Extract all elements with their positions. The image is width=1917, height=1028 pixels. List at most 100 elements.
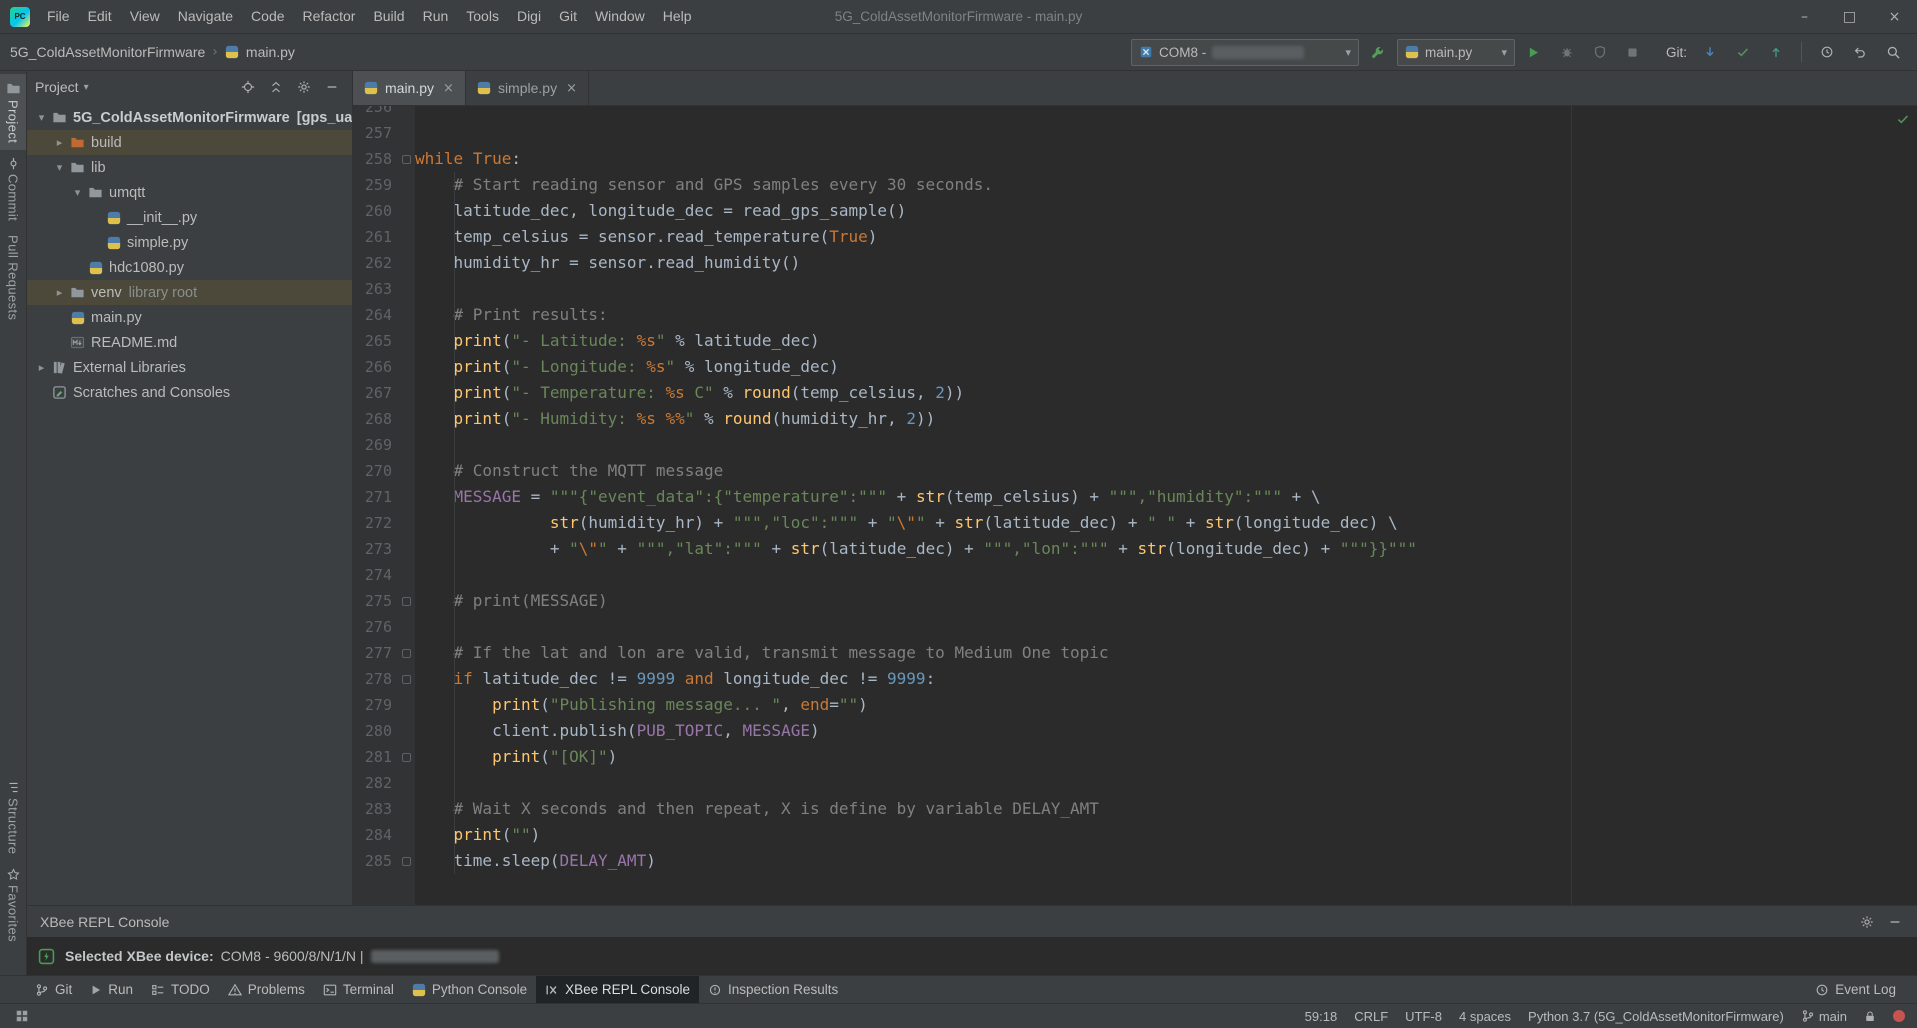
menu-tools[interactable]: Tools	[457, 0, 508, 33]
caret-position[interactable]: 59:18	[1305, 1009, 1338, 1024]
line-number[interactable]: 260	[353, 198, 397, 224]
line-number[interactable]: 279	[353, 692, 397, 718]
toolwindow-button-todo[interactable]: TODO	[142, 976, 219, 1003]
chevron-down-icon[interactable]: ▾	[51, 161, 68, 174]
line-number[interactable]: 266	[353, 354, 397, 380]
stripe-button-pull-requests[interactable]: Pull Requests	[0, 228, 26, 327]
project-panel-title[interactable]: Project	[35, 79, 79, 95]
code-line-256[interactable]: 256	[353, 106, 1903, 120]
line-number[interactable]: 281	[353, 744, 397, 770]
line-number[interactable]: 258	[353, 146, 397, 172]
console-hide-button[interactable]	[1883, 910, 1907, 934]
panel-settings-button[interactable]	[292, 75, 316, 99]
code-line-280[interactable]: 280 client.publish(PUB_TOPIC, MESSAGE)	[353, 718, 1903, 744]
run-config-select[interactable]: main.py ▾	[1397, 39, 1515, 66]
tree-item-5g-coldassetmonitorfirmware[interactable]: ▾5G_ColdAssetMonitorFirmware[gps_uart	[27, 105, 352, 130]
toolwindow-button-xbee-repl-console[interactable]: XBee REPL Console	[536, 976, 699, 1003]
code-line-283[interactable]: 283 # Wait X seconds and then repeat, X …	[353, 796, 1903, 822]
menu-build[interactable]: Build	[364, 0, 413, 33]
menu-code[interactable]: Code	[242, 0, 293, 33]
code-line-272[interactable]: 272 str(humidity_hr) + ""","loc":""" + "…	[353, 510, 1903, 536]
chevron-down-icon[interactable]: ▾	[69, 186, 86, 199]
hide-panel-button[interactable]	[320, 75, 344, 99]
tree-item-lib[interactable]: ▾lib	[27, 155, 352, 180]
line-number[interactable]: 257	[353, 120, 397, 146]
code-line-281[interactable]: 281 print("[OK]")	[353, 744, 1903, 770]
line-number[interactable]: 275	[353, 588, 397, 614]
notifications-indicator[interactable]	[1893, 1010, 1905, 1022]
menu-run[interactable]: Run	[414, 0, 458, 33]
line-number[interactable]: 274	[353, 562, 397, 588]
code-line-277[interactable]: 277 # If the lat and lon are valid, tran…	[353, 640, 1903, 666]
gutter-mark-icon[interactable]	[402, 597, 411, 606]
code-line-269[interactable]: 269	[353, 432, 1903, 458]
tree-item-build[interactable]: ▸build	[27, 130, 352, 155]
code-line-263[interactable]: 263	[353, 276, 1903, 302]
tree-item-scratches-and-consoles[interactable]: Scratches and Consoles	[27, 380, 352, 405]
menu-refactor[interactable]: Refactor	[294, 0, 365, 33]
code-line-264[interactable]: 264 # Print results:	[353, 302, 1903, 328]
line-number[interactable]: 261	[353, 224, 397, 250]
toolwindow-button-event-log[interactable]: Event Log	[1806, 976, 1905, 1003]
coverage-button[interactable]	[1586, 39, 1614, 65]
stop-button[interactable]	[1619, 39, 1647, 65]
gutter-mark-icon[interactable]	[402, 155, 411, 164]
vcs-push-button[interactable]	[1762, 39, 1790, 65]
code-line-260[interactable]: 260 latitude_dec, longitude_dec = read_g…	[353, 198, 1903, 224]
file-encoding[interactable]: UTF-8	[1405, 1009, 1442, 1024]
vcs-commit-button[interactable]	[1729, 39, 1757, 65]
line-number[interactable]: 284	[353, 822, 397, 848]
code-line-273[interactable]: 273 + "\"" + ""","lat":""" + str(latitud…	[353, 536, 1903, 562]
line-number[interactable]: 265	[353, 328, 397, 354]
toolwindow-button-inspection-results[interactable]: Inspection Results	[699, 976, 847, 1003]
line-number[interactable]: 276	[353, 614, 397, 640]
code-line-265[interactable]: 265 print("- Latitude: %s" % latitude_de…	[353, 328, 1903, 354]
console-settings-button[interactable]	[1855, 910, 1879, 934]
code-line-261[interactable]: 261 temp_celsius = sensor.read_temperatu…	[353, 224, 1903, 250]
tree-item-venv[interactable]: ▸venvlibrary root	[27, 280, 352, 305]
python-interpreter[interactable]: Python 3.7 (5G_ColdAssetMonitorFirmware)	[1528, 1009, 1784, 1024]
breadcrumb-file[interactable]: main.py	[246, 44, 295, 60]
line-number[interactable]: 267	[353, 380, 397, 406]
menu-file[interactable]: File	[38, 0, 79, 33]
editor-tab-main-py[interactable]: main.py×	[353, 71, 466, 105]
stripe-button-project[interactable]: Project	[0, 74, 26, 150]
open-connection-button[interactable]	[32, 943, 60, 969]
maximize-button[interactable]: □	[1827, 0, 1872, 33]
menu-window[interactable]: Window	[586, 0, 654, 33]
vcs-update-button[interactable]	[1696, 39, 1724, 65]
line-number[interactable]: 262	[353, 250, 397, 276]
code-line-282[interactable]: 282	[353, 770, 1903, 796]
tree-item-external-libraries[interactable]: ▸External Libraries	[27, 355, 352, 380]
lock-icon[interactable]	[1864, 1010, 1876, 1023]
code-line-278[interactable]: 278 if latitude_dec != 9999 and longitud…	[353, 666, 1903, 692]
tree-item-readme-md[interactable]: README.md	[27, 330, 352, 355]
gutter-mark-icon[interactable]	[402, 857, 411, 866]
line-number[interactable]: 271	[353, 484, 397, 510]
indent-style[interactable]: 4 spaces	[1459, 1009, 1511, 1024]
line-number[interactable]: 273	[353, 536, 397, 562]
toolwindow-button-run[interactable]: Run	[81, 976, 142, 1003]
stripe-button-commit[interactable]: Commit	[0, 150, 26, 228]
code-line-262[interactable]: 262 humidity_hr = sensor.read_humidity()	[353, 250, 1903, 276]
collapse-all-button[interactable]	[264, 75, 288, 99]
gutter-mark-icon[interactable]	[402, 675, 411, 684]
breadcrumb-project[interactable]: 5G_ColdAssetMonitorFirmware	[10, 44, 205, 60]
code-line-268[interactable]: 268 print("- Humidity: %s %%" % round(hu…	[353, 406, 1903, 432]
close-button[interactable]: ×	[1872, 0, 1917, 33]
stripe-button-favorites[interactable]: Favorites	[0, 861, 26, 949]
code-line-270[interactable]: 270 # Construct the MQTT message	[353, 458, 1903, 484]
debug-button[interactable]	[1553, 39, 1581, 65]
line-number[interactable]: 272	[353, 510, 397, 536]
chevron-down-icon[interactable]: ▾	[84, 82, 89, 93]
line-number[interactable]: 285	[353, 848, 397, 874]
line-number[interactable]: 280	[353, 718, 397, 744]
line-number[interactable]: 264	[353, 302, 397, 328]
minimize-button[interactable]: –	[1782, 0, 1827, 33]
history-button[interactable]	[1813, 39, 1841, 65]
line-number[interactable]: 263	[353, 276, 397, 302]
xbee-device-select[interactable]: COM8 - ▾	[1131, 39, 1359, 66]
gutter-mark-icon[interactable]	[402, 753, 411, 762]
tab-close-icon[interactable]: ×	[443, 81, 454, 96]
inspections-ok-icon[interactable]	[1896, 112, 1910, 126]
